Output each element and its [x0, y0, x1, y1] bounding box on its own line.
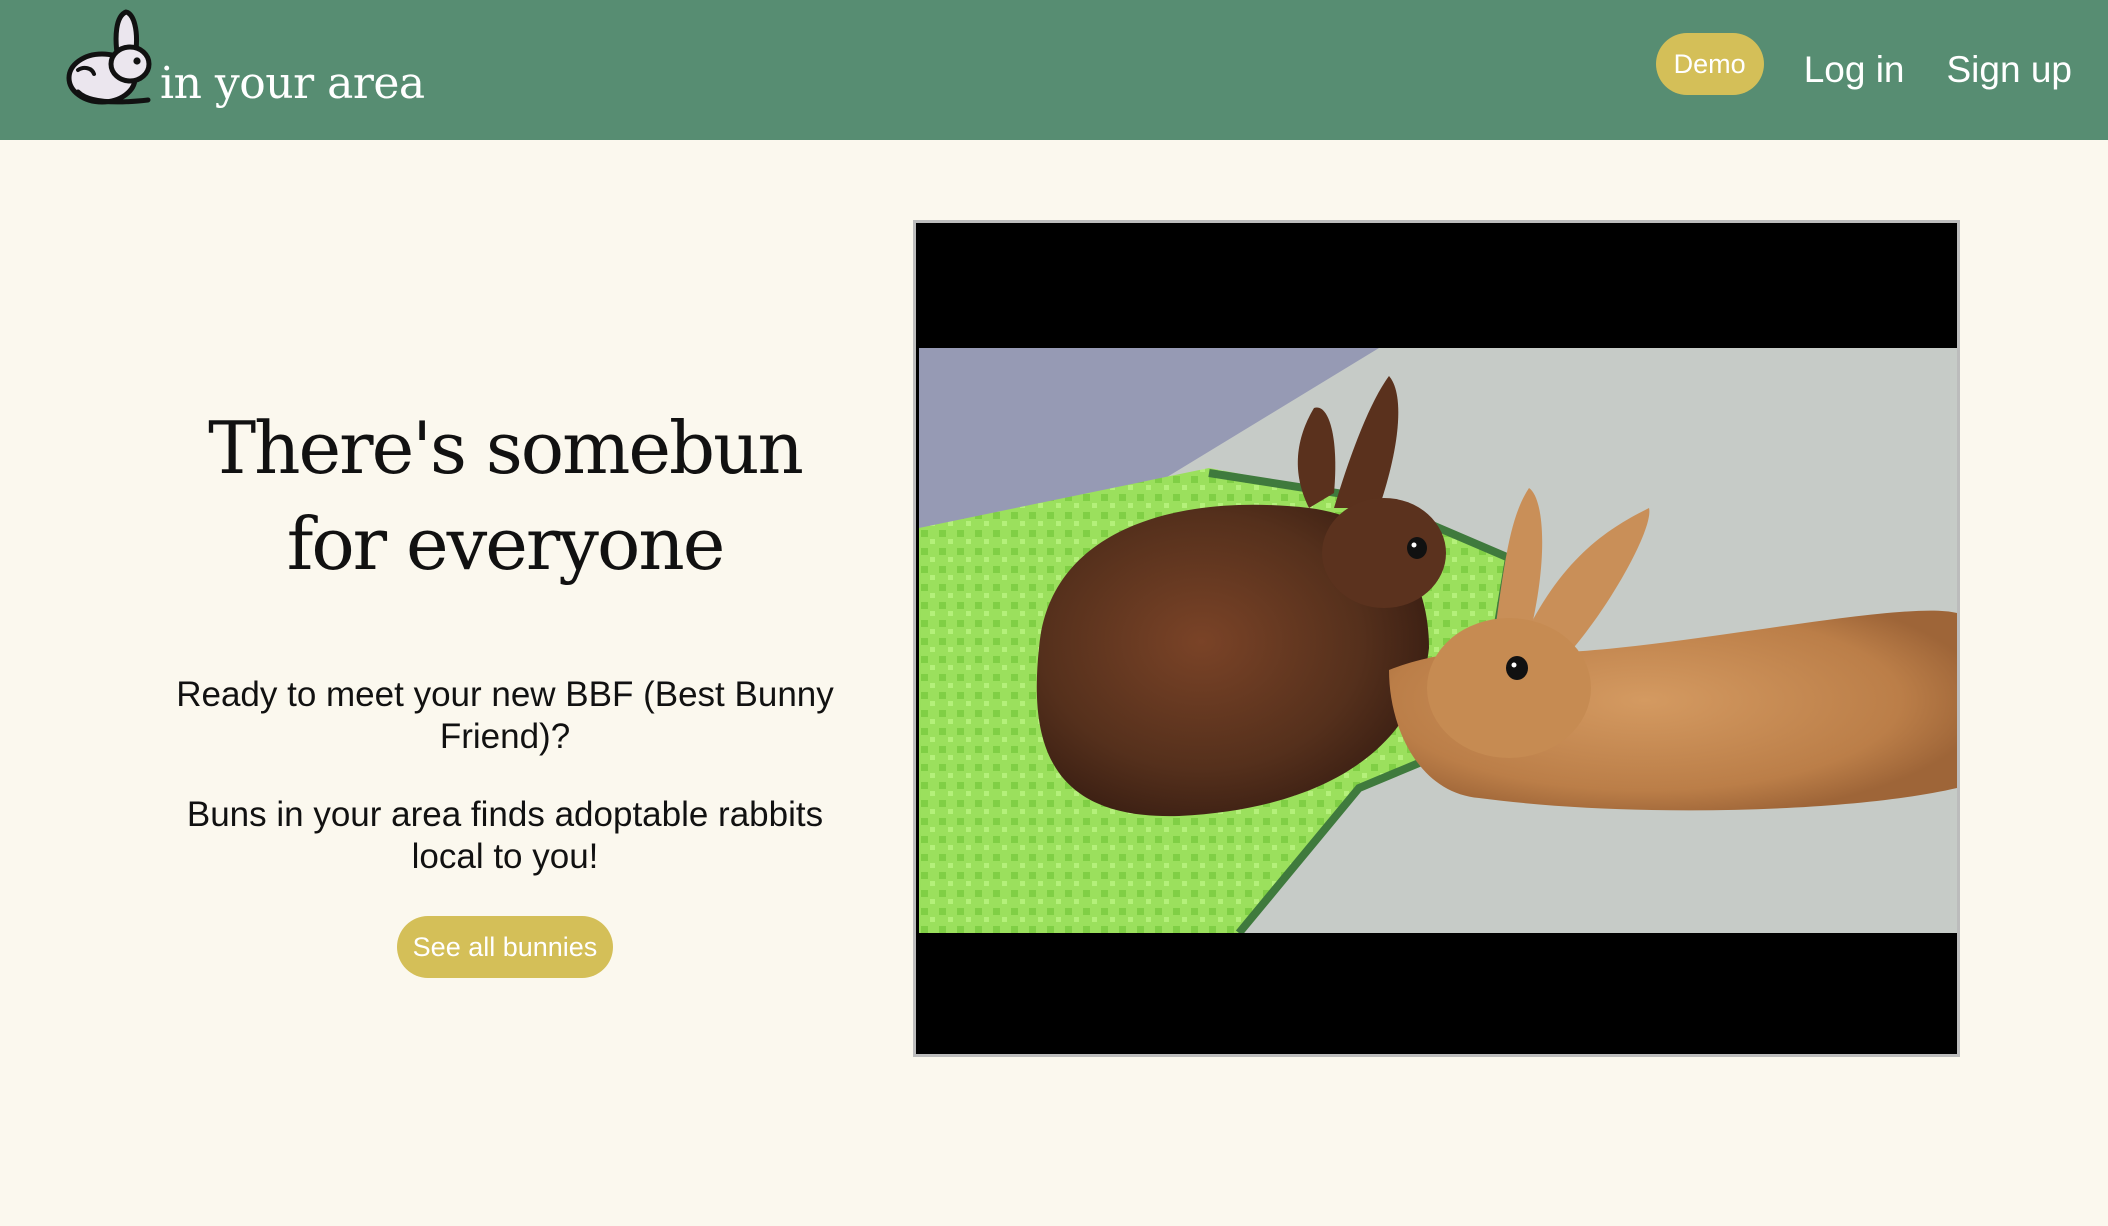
hero-description: Ready to meet your new BBF (Best Bunny F…: [176, 675, 834, 756]
signup-link[interactable]: Sign up: [1947, 49, 2073, 91]
hero-subdescription: Buns in your area finds adoptable rabbit…: [186, 795, 824, 876]
brand-text: in your area: [160, 58, 425, 109]
demo-button[interactable]: Demo: [1655, 33, 1764, 95]
login-link[interactable]: Log in: [1804, 49, 1905, 91]
rabbits-video-frame: [919, 348, 1957, 933]
brand-home-link[interactable]: in your area: [60, 0, 425, 140]
hero-section: There's somebun for everyone Ready to me…: [165, 400, 845, 978]
hero-title: There's somebun for everyone: [208, 406, 804, 586]
navbar: in your area Demo Log in Sign up: [0, 0, 2108, 140]
nav-actions: Demo Log in Sign up: [1655, 0, 2073, 140]
rabbit-icon: [66, 9, 152, 105]
see-all-bunnies-button[interactable]: See all bunnies: [396, 916, 614, 978]
hero-video[interactable]: [913, 220, 1960, 1057]
